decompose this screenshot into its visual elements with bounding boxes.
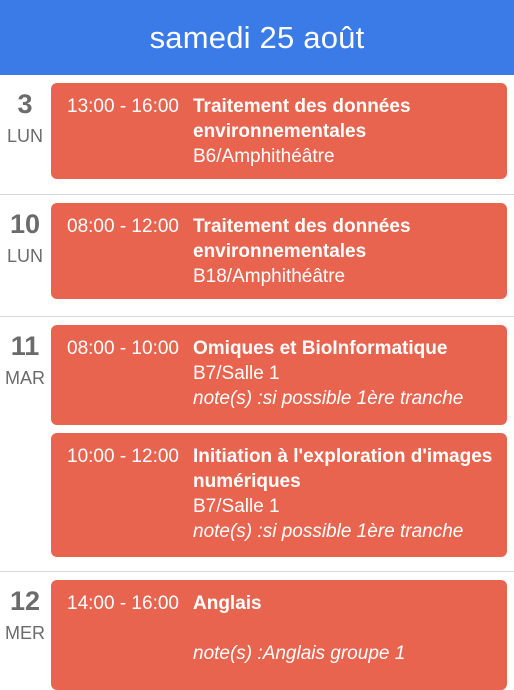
event-time: 10:00 - 12:00 — [67, 446, 179, 467]
event-note: note(s) :Anglais groupe 1 — [193, 643, 406, 664]
day-number: 12 — [9, 586, 41, 616]
day-number: 3 — [17, 89, 33, 119]
day-weekday: MER — [5, 623, 45, 643]
event-room: B6/Amphithéâtre — [193, 146, 335, 167]
event-note: note(s) :si possible 1ère tranche — [193, 388, 464, 409]
day-weekday: LUN — [6, 246, 43, 266]
event-card[interactable]: 08:00 - 10:00 Omiques et BioInformatique… — [51, 325, 507, 425]
day-label: 11 MAR — [0, 317, 50, 389]
day-label: 12 MER — [0, 572, 50, 644]
day-group-11: 11 MAR 08:00 - 10:00 Omiques et BioInfor… — [0, 317, 514, 572]
day-number: 10 — [9, 209, 41, 239]
agenda-list[interactable]: 3 LUN 13:00 - 16:00 Traitement des donné… — [0, 75, 514, 690]
day-number: 11 — [10, 331, 40, 361]
event-time: 14:00 - 16:00 — [67, 593, 179, 614]
event-time: 13:00 - 16:00 — [67, 96, 179, 117]
event-card[interactable]: 14:00 - 16:00 Anglais note(s) :Anglais g… — [51, 580, 507, 690]
event-card[interactable]: 13:00 - 16:00 Traitement des données env… — [51, 83, 507, 179]
event-note: note(s) :si possible 1ère tranche — [193, 521, 464, 542]
day-group-12: 12 MER 14:00 - 16:00 Anglais note(s) :An… — [0, 572, 514, 690]
event-title: Omiques et BioInformatique — [193, 338, 448, 359]
event-title: Initiation à l'exploration d'images numé… — [193, 446, 493, 492]
event-time: 08:00 - 10:00 — [67, 338, 179, 359]
day-group-3: 3 LUN 13:00 - 16:00 Traitement des donné… — [0, 75, 514, 195]
event-room: B18/Amphithéâtre — [193, 266, 346, 287]
day-group-10: 10 LUN 08:00 - 12:00 Traitement des donn… — [0, 195, 514, 317]
day-weekday: MAR — [5, 368, 45, 388]
event-card[interactable]: 08:00 - 12:00 Traitement des données env… — [51, 203, 507, 299]
event-title: Traitement des données environnementales — [193, 216, 411, 262]
event-title: Anglais — [193, 593, 262, 614]
app-header: samedi 25 août — [0, 0, 514, 75]
day-label: 10 LUN — [0, 195, 50, 267]
event-room — [193, 616, 503, 641]
day-label: 3 LUN — [0, 75, 50, 147]
event-card[interactable]: 10:00 - 12:00 Initiation à l'exploration… — [51, 433, 507, 557]
day-weekday: LUN — [6, 126, 43, 146]
header-date-title: samedi 25 août — [149, 19, 365, 55]
event-room: B7/Salle 1 — [193, 363, 280, 384]
event-title: Traitement des données environnementales — [193, 96, 411, 142]
event-time: 08:00 - 12:00 — [67, 216, 179, 237]
event-room: B7/Salle 1 — [193, 496, 280, 517]
